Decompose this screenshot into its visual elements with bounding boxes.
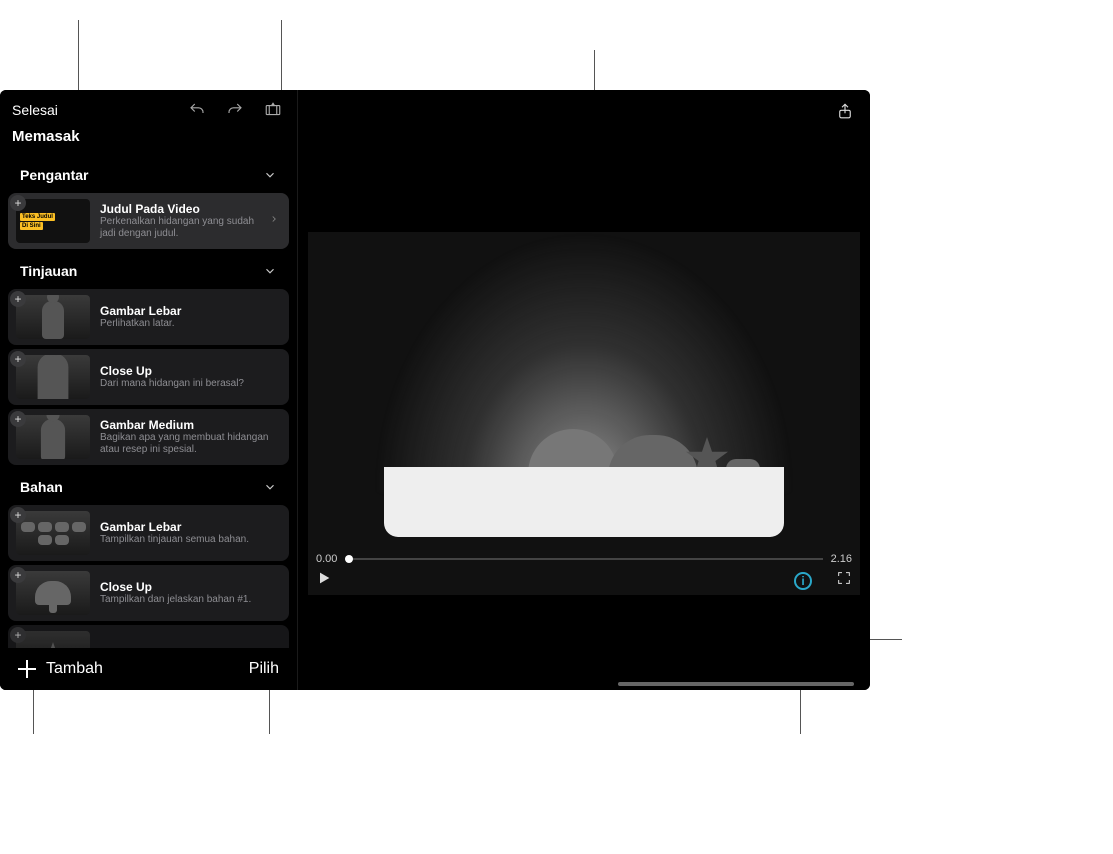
plus-icon bbox=[18, 660, 36, 678]
share-icon[interactable] bbox=[836, 100, 854, 127]
chevron-down-icon bbox=[263, 480, 277, 494]
add-clip-icon[interactable]: + bbox=[10, 507, 26, 523]
clip-row[interactable]: + Gambar Lebar Perlihatkan latar. bbox=[8, 289, 289, 345]
clip-text: Gambar Lebar Tampilkan tinjauan semua ba… bbox=[100, 520, 281, 547]
add-clip-icon[interactable]: + bbox=[10, 627, 26, 643]
add-clip-icon[interactable]: + bbox=[10, 351, 26, 367]
thumb-label: Di Sini bbox=[20, 222, 43, 230]
clip-title: Judul Pada Video bbox=[100, 202, 259, 216]
clip-description: Dari mana hidangan ini berasal? bbox=[100, 378, 281, 391]
preview-top-bar bbox=[298, 90, 870, 137]
clip-thumbnail: Teks Judul Di Sini bbox=[16, 199, 90, 243]
clip-row[interactable]: + Teks Judul Di Sini Judul Pada Video Pe… bbox=[8, 193, 289, 249]
clip-description: Tampilkan dan jelaskan bahan #1. bbox=[100, 594, 281, 607]
canvas-wrap: 0.00 2.16 i bbox=[298, 137, 870, 690]
section-title: Bahan bbox=[20, 479, 63, 495]
clip-thumbnail bbox=[16, 571, 90, 615]
storyboard-icon[interactable] bbox=[263, 100, 283, 120]
bottom-bar: Tambah Pilih bbox=[0, 648, 297, 690]
bowl-graphic bbox=[384, 467, 784, 537]
fullscreen-icon[interactable] bbox=[836, 570, 852, 591]
clip-title: Close Up bbox=[100, 580, 281, 594]
scrub-track[interactable] bbox=[345, 558, 822, 560]
top-bar: Selesai bbox=[0, 90, 297, 122]
clip-thumbnail bbox=[16, 631, 90, 648]
clip-description: Perlihatkan latar. bbox=[100, 318, 281, 331]
clip-title: Gambar Lebar bbox=[100, 304, 281, 318]
add-label: Tambah bbox=[46, 660, 103, 678]
top-icon-group bbox=[187, 100, 283, 120]
done-button[interactable]: Selesai bbox=[12, 102, 58, 118]
time-end: 2.16 bbox=[831, 553, 852, 565]
clip-thumbnail bbox=[16, 295, 90, 339]
section-header-bahan[interactable]: Bahan bbox=[8, 469, 289, 505]
add-clip-icon[interactable]: + bbox=[10, 291, 26, 307]
home-indicator bbox=[618, 682, 854, 686]
clip-row[interactable]: + Close Up Tampilkan dan jelaskan bahan … bbox=[8, 565, 289, 621]
preview-canvas[interactable]: 0.00 2.16 i bbox=[308, 232, 860, 595]
section-header-tinjauan[interactable]: Tinjauan bbox=[8, 253, 289, 289]
section-title: Tinjauan bbox=[20, 263, 77, 279]
select-label: Pilih bbox=[249, 660, 279, 678]
chevron-down-icon bbox=[263, 264, 277, 278]
clip-thumbnail bbox=[16, 415, 90, 459]
clip-title: Close Up bbox=[100, 646, 281, 648]
undo-icon[interactable] bbox=[187, 100, 207, 120]
add-clip-icon[interactable]: + bbox=[10, 195, 26, 211]
info-icon[interactable]: i bbox=[794, 572, 812, 590]
add-button[interactable]: Tambah bbox=[18, 660, 103, 678]
scrubber[interactable]: 0.00 2.16 bbox=[316, 553, 852, 565]
preview-area: 0.00 2.16 i bbox=[298, 90, 870, 690]
clip-text: Gambar Lebar Perlihatkan latar. bbox=[100, 304, 281, 331]
project-title: Memasak bbox=[0, 122, 297, 157]
clip-title: Gambar Medium bbox=[100, 418, 281, 432]
clip-thumbnail bbox=[16, 511, 90, 555]
clip-text: Close Up Tampilkan dan jelaskan bahan #1… bbox=[100, 580, 281, 607]
clip-row[interactable]: + Close Up bbox=[8, 625, 289, 648]
section-title: Pengantar bbox=[20, 167, 88, 183]
chevron-right-icon bbox=[269, 212, 281, 231]
clip-text: Close Up Dari mana hidangan ini berasal? bbox=[100, 364, 281, 391]
time-start: 0.00 bbox=[316, 553, 337, 565]
clip-title: Close Up bbox=[100, 364, 281, 378]
app-window: Selesai Memasak Pengantar + bbox=[0, 90, 870, 690]
clip-description: Tampilkan tinjauan semua bahan. bbox=[100, 534, 281, 547]
sidebar: Selesai Memasak Pengantar + bbox=[0, 90, 298, 690]
add-clip-icon[interactable]: + bbox=[10, 411, 26, 427]
clip-thumbnail bbox=[16, 355, 90, 399]
play-row: i bbox=[316, 570, 852, 591]
callout-line bbox=[33, 690, 34, 734]
thumb-label: Teks Judul bbox=[20, 213, 55, 221]
clip-row[interactable]: + Gambar Medium Bagikan apa yang membuat… bbox=[8, 409, 289, 465]
chevron-down-icon bbox=[263, 168, 277, 182]
callout-line bbox=[281, 20, 282, 98]
select-button[interactable]: Pilih bbox=[249, 660, 279, 678]
clip-description: Perkenalkan hidangan yang sudah jadi den… bbox=[100, 216, 259, 241]
section-header-pengantar[interactable]: Pengantar bbox=[8, 157, 289, 193]
preview-right-controls: i bbox=[794, 570, 852, 591]
clip-row[interactable]: + Gambar Lebar Tampilkan tinjauan semua … bbox=[8, 505, 289, 561]
add-clip-icon[interactable]: + bbox=[10, 567, 26, 583]
clip-text: Judul Pada Video Perkenalkan hidangan ya… bbox=[100, 202, 259, 241]
clip-row[interactable]: + Close Up Dari mana hidangan ini berasa… bbox=[8, 349, 289, 405]
callout-line bbox=[269, 690, 270, 734]
sections-list: Pengantar + Teks Judul Di Sini Judul Pad… bbox=[0, 157, 297, 648]
clip-description: Bagikan apa yang membuat hidangan atau r… bbox=[100, 432, 281, 457]
clip-title: Gambar Lebar bbox=[100, 520, 281, 534]
play-icon[interactable] bbox=[316, 570, 332, 591]
clip-text: Gambar Medium Bagikan apa yang membuat h… bbox=[100, 418, 281, 457]
redo-icon[interactable] bbox=[225, 100, 245, 120]
clip-text: Close Up bbox=[100, 646, 281, 648]
scrub-thumb[interactable] bbox=[345, 555, 353, 563]
